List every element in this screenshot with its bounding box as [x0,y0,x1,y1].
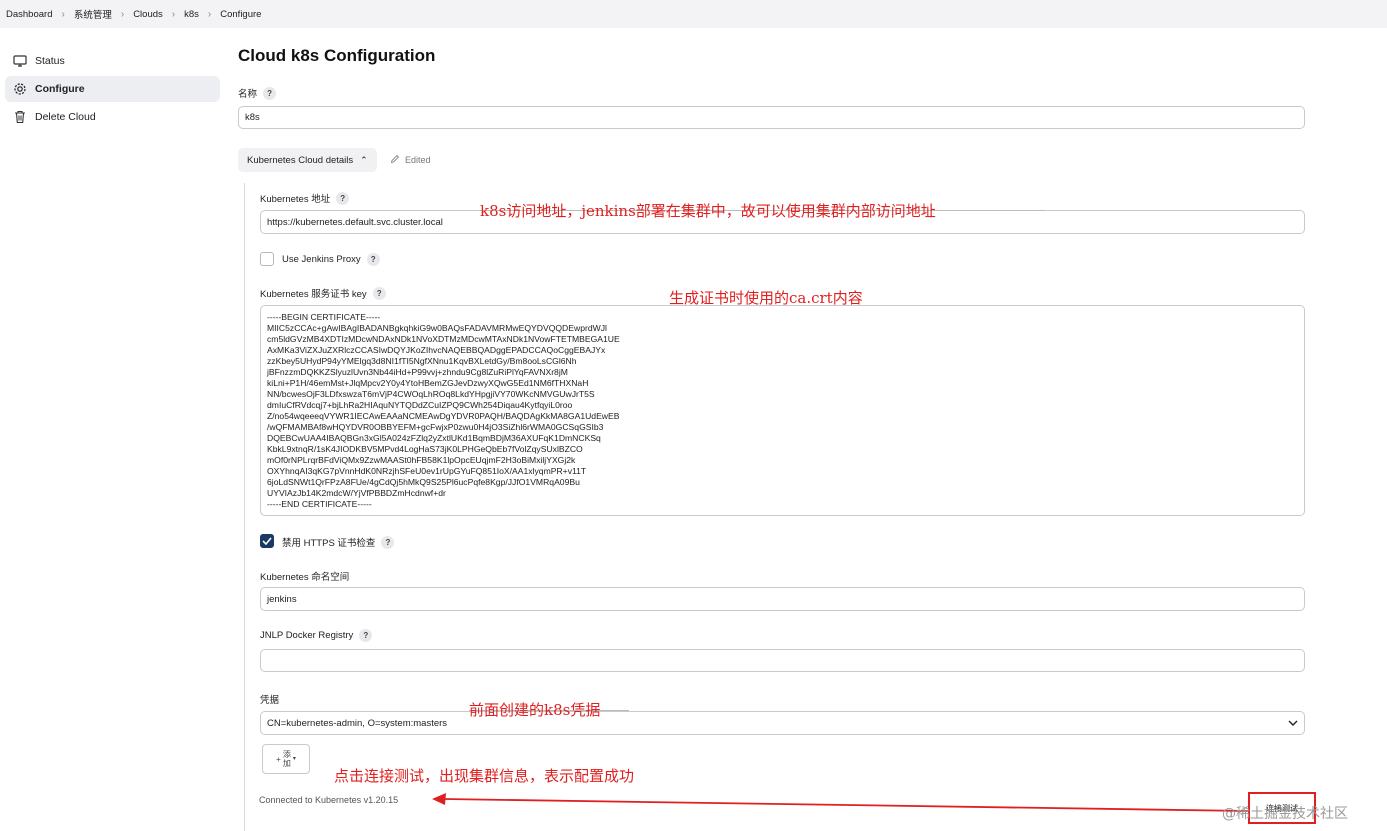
skip-tls-label-text: 禁用 HTTPS 证书检查 [282,538,376,549]
annotation-url-note: k8s访问地址，jenkins部署在集群中，故可以使用集群内部访问地址 [480,202,936,220]
namespace-label: Kubernetes 命名空间 [260,572,350,583]
chevron-right-icon: › [61,8,65,20]
chevron-up-icon: ⌃ [360,154,368,165]
chevron-down-icon [1288,718,1298,729]
help-icon[interactable]: ? [381,535,395,549]
disable-https-check-checkbox[interactable] [260,534,274,548]
watermark: @稀土掘金技术社区 [1222,806,1348,822]
credentials-select[interactable]: CN=kubernetes-admin, O=system:masters [260,711,1305,735]
cert-label-text: Kubernetes 服务证书 key [260,289,367,300]
chevron-right-icon: › [207,8,212,20]
main-content: Cloud k8s Configuration 名称 ? k8s Kuberne… [238,0,1306,831]
jnlp-label: JNLP Docker Registry ? [260,629,373,642]
annotation-arrow [432,793,1249,812]
proxy-label: Use Jenkins Proxy ? [282,253,380,266]
gear-icon [13,82,27,96]
add-credentials-button[interactable]: + 添 加 ▾ [262,744,310,774]
chevron-right-icon: › [171,8,176,20]
add-button-label: 添 加 [282,750,291,768]
plus-icon: + [276,754,281,764]
section-divider [244,183,245,831]
name-label: 名称 ? [238,86,277,100]
annotation-cred-note: 前面创建的k8s凭据 [469,701,601,719]
help-icon[interactable]: ? [366,253,380,266]
annotation-test-note: 点击连接测试，出现集群信息，表示配置成功 [334,767,635,785]
sidebar-item-configure[interactable]: Configure [5,76,220,102]
sidebar-item-label: Status [35,55,65,67]
page-title: Cloud k8s Configuration [238,46,436,65]
credentials-selected-value: CN=kubernetes-admin, O=system:masters [267,717,448,729]
sidebar: Status Configure Delete Cloud [0,46,225,132]
name-input[interactable]: k8s [238,106,1305,129]
url-label-text: Kubernetes 地址 [260,194,331,205]
trash-icon [13,110,27,124]
proxy-label-text: Use Jenkins Proxy [282,254,361,265]
help-icon[interactable]: ? [263,86,277,100]
help-icon[interactable]: ? [359,629,373,642]
annotation-cert-note: 生成证书时使用的ca.crt内容 [669,289,863,307]
breadcrumb-k8s[interactable]: k8s [184,9,199,20]
jnlp-registry-input[interactable] [260,649,1305,672]
help-icon[interactable]: ? [372,286,386,300]
sidebar-item-status[interactable]: Status [5,48,220,74]
namespace-input[interactable]: jenkins [260,587,1305,611]
sidebar-item-delete-cloud[interactable]: Delete Cloud [5,104,220,130]
breadcrumb-clouds[interactable]: Clouds [133,9,163,20]
breadcrumb-dashboard[interactable]: Dashboard [6,9,52,20]
server-certificate-textarea[interactable]: -----BEGIN CERTIFICATE----- MIIC5zCCAc+g… [260,305,1305,516]
breadcrumb-system[interactable]: 系统管理 [74,7,112,21]
skip-tls-label: 禁用 HTTPS 证书检查 ? [282,535,395,549]
sidebar-item-label: Delete Cloud [35,111,96,123]
jnlp-label-text: JNLP Docker Registry [260,630,354,641]
pencil-icon [390,154,400,166]
url-label: Kubernetes 地址 ? [260,191,350,205]
caret-down-icon: ▾ [292,755,296,762]
edited-label: Edited [405,155,431,165]
kubernetes-cloud-details-button[interactable]: Kubernetes Cloud details ⌃ [238,148,377,172]
chevron-right-icon: › [120,8,125,20]
edited-indicator: Edited [390,154,431,166]
sidebar-item-label: Configure [35,83,85,95]
name-label-text: 名称 [238,89,258,100]
use-jenkins-proxy-checkbox[interactable] [260,252,274,266]
help-icon[interactable]: ? [336,191,350,205]
connection-status: Connected to Kubernetes v1.20.15 [259,795,399,805]
checkmark-icon [262,537,272,545]
cert-label: Kubernetes 服务证书 key ? [260,286,386,300]
credentials-label: 凭据 [260,695,280,706]
monitor-icon [13,54,27,68]
details-button-label: Kubernetes Cloud details [247,154,354,166]
